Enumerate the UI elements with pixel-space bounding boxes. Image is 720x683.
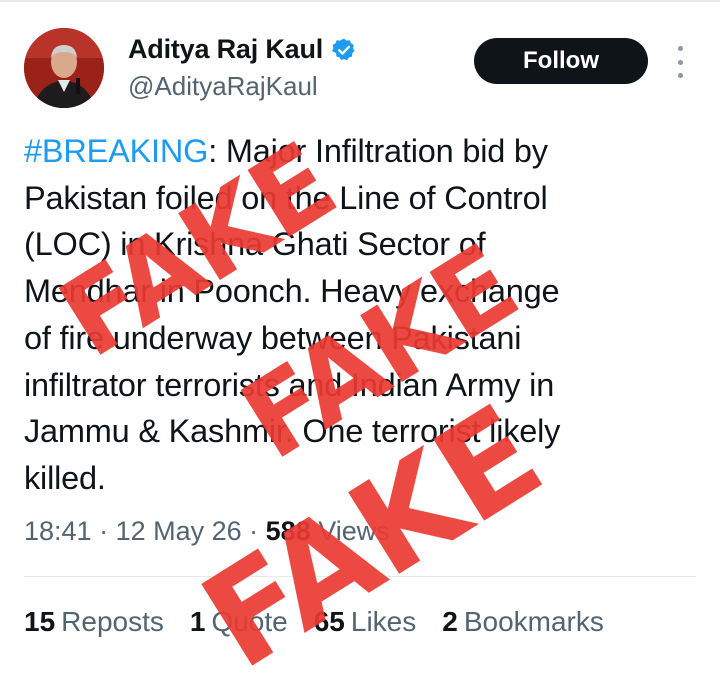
- tweet-text-line-5: of fire underway between Pakistani: [24, 319, 522, 356]
- tweet-meta: 18:41 · 12 May 26 · 588 Views: [24, 516, 390, 547]
- author-block[interactable]: Aditya Raj Kaul @AdityaRajKaul: [128, 34, 357, 102]
- meta-separator-2: ·: [241, 516, 266, 546]
- tweet-date[interactable]: 12 May 26: [116, 516, 242, 546]
- reposts-label: Reposts: [61, 606, 164, 637]
- reposts-count: 15: [24, 606, 56, 637]
- verified-badge-icon[interactable]: [331, 37, 357, 63]
- author-name[interactable]: Aditya Raj Kaul: [128, 34, 323, 65]
- bookmarks-stat[interactable]: 2 Bookmarks: [442, 606, 604, 638]
- stats-divider: [24, 576, 696, 577]
- meta-separator-1: ·: [91, 516, 116, 546]
- top-divider: [0, 0, 720, 2]
- quotes-count: 1: [189, 606, 206, 637]
- tweet-text-line-4: Mendhar in Poonch. Heavy exchange: [24, 273, 560, 310]
- likes-label: Likes: [350, 606, 417, 637]
- tweet-text-line-3: (LOC) in Krishna Ghati Sector of: [24, 226, 486, 263]
- tweet-card: Aditya Raj Kaul @AdityaRajKaul Follow #B…: [0, 0, 720, 683]
- tweet-time[interactable]: 18:41: [24, 516, 92, 546]
- tweet-text-line-6: infiltrator terrorists and Indian Army i…: [24, 366, 555, 403]
- quotes-stat[interactable]: 1 Quote: [190, 606, 288, 638]
- tweet-text-line-7: Jammu & Kashmir. One terrorist likely: [24, 413, 561, 450]
- views-count: 588: [265, 516, 311, 546]
- bookmarks-label: Bookmarks: [463, 606, 604, 637]
- tweet-text-line-1: #BREAKING: Major Infiltration bid by: [24, 128, 684, 175]
- avatar[interactable]: [24, 28, 104, 108]
- views-label: Views: [318, 516, 390, 546]
- avatar-image: [24, 28, 104, 108]
- bookmarks-count: 2: [442, 606, 458, 637]
- reposts-stat[interactable]: 15 Reposts: [24, 606, 164, 638]
- likes-count: 65: [313, 606, 345, 637]
- more-vertical-icon[interactable]: [672, 46, 688, 78]
- tweet-text-line-2: Pakistan foiled on the Line of Control: [24, 179, 548, 216]
- follow-button[interactable]: Follow: [474, 38, 648, 84]
- tweet-text: #BREAKING: Major Infiltration bid by Pak…: [24, 128, 684, 502]
- hashtag-link[interactable]: #BREAKING: [24, 133, 208, 169]
- tweet-text-line-1-rest: : Major Infiltration bid by: [208, 133, 548, 169]
- likes-stat[interactable]: 65 Likes: [314, 606, 417, 638]
- engagement-stats: 15 Reposts 1 Quote 65 Likes 2 Bookmarks: [24, 606, 604, 638]
- author-handle[interactable]: @AdityaRajKaul: [128, 71, 357, 102]
- tweet-text-line-8: killed.: [24, 459, 106, 496]
- quotes-label: Quote: [211, 606, 288, 637]
